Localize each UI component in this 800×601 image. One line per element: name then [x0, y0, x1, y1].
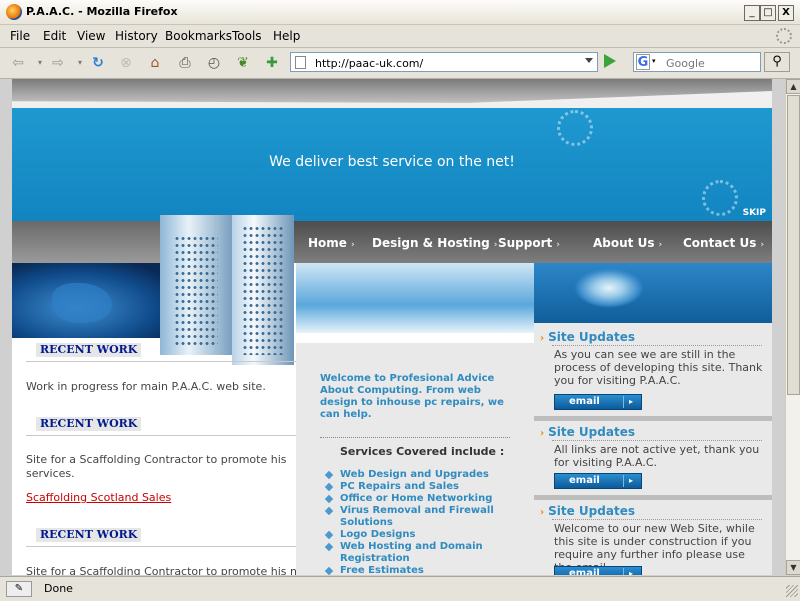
search-engine-icon[interactable]: G	[636, 54, 650, 70]
url-dropdown-icon[interactable]	[585, 58, 593, 63]
services-title: Services Covered include :	[340, 445, 505, 458]
email-button[interactable]: email ▸	[554, 566, 642, 575]
globe-image	[12, 263, 177, 338]
go-icon[interactable]	[604, 54, 616, 68]
search-icon[interactable]: ⚲	[764, 52, 790, 72]
resize-grip-icon[interactable]	[786, 585, 798, 597]
status-bar: ✎ Done	[0, 576, 800, 601]
scroll-down-icon[interactable]: ▼	[786, 560, 800, 575]
recent-work-text: Site for a Scaffolding Contractor to pro…	[26, 453, 287, 480]
menu-history[interactable]: History	[115, 29, 158, 43]
window-title: P.A.A.C. - Mozilla Firefox	[26, 5, 178, 18]
scroll-up-icon[interactable]: ▲	[786, 79, 800, 94]
history-icon[interactable]: ◴	[204, 53, 224, 73]
home-icon[interactable]: ⌂	[145, 53, 165, 73]
nav-about-us[interactable]: About Us ›	[593, 236, 662, 250]
middle-column: Welcome to Profesional Advice About Comp…	[296, 343, 534, 575]
intro-text: Welcome to Profesional Advice About Comp…	[320, 373, 504, 420]
status-text: Done	[44, 582, 73, 595]
recent-work-heading: RECENT WORK	[26, 343, 296, 362]
recent-work-heading: RECENT WORK	[26, 528, 296, 547]
vertical-scrollbar[interactable]: ▲ ▼	[785, 79, 800, 575]
title-bar: P.A.A.C. - Mozilla Firefox _ □ X	[0, 0, 800, 25]
site-update-text: All links are not active yet, thank you …	[554, 443, 760, 469]
back-icon[interactable]: ⇦	[8, 53, 28, 73]
menu-view[interactable]: View	[77, 29, 105, 43]
search-input[interactable]	[664, 54, 760, 72]
address-bar[interactable]	[290, 52, 598, 72]
page-viewport: We deliver best service on the net! SKIP…	[0, 79, 800, 575]
dots-decoration	[557, 110, 593, 146]
email-button[interactable]: email ▸	[554, 394, 642, 410]
url-input[interactable]	[313, 54, 567, 72]
close-button[interactable]: X	[778, 5, 794, 21]
nav-home[interactable]: Home ›	[308, 236, 355, 250]
menu-bookmarks[interactable]: Bookmarks	[165, 29, 232, 43]
menu-edit[interactable]: Edit	[43, 29, 66, 43]
status-icon[interactable]: ✎	[6, 581, 32, 597]
left-column: RECENT WORK Work in progress for main P.…	[12, 329, 313, 575]
menu-file[interactable]: File	[10, 29, 30, 43]
menu-bar: File Edit View History Bookmarks Tools H…	[0, 25, 800, 48]
skip-link[interactable]: SKIP	[743, 208, 766, 218]
site-nav: Home › Design & Hosting › Support › About U…	[12, 221, 772, 263]
recent-work-text: Work in progress for main P.A.A.C. web s…	[26, 380, 266, 393]
new-tab-icon[interactable]: ✚	[262, 53, 282, 73]
dots-decoration	[702, 180, 738, 216]
throbber-icon	[776, 28, 792, 44]
recent-work-text: Site for a Scaffolding Contractor to pro…	[26, 565, 313, 575]
search-engine-dropdown-icon[interactable]: ▾	[652, 57, 656, 65]
nav-design-hosting[interactable]: Design & Hosting ›	[372, 236, 497, 250]
right-column: › Site Updates As you can see we are stil…	[534, 323, 772, 575]
recent-work-heading: RECENT WORK	[26, 417, 296, 436]
banner: We deliver best service on the net! SKIP	[12, 108, 772, 221]
scaffolding-link[interactable]: Scaffolding Scotland Sales	[26, 491, 171, 504]
forward-icon[interactable]: ⇨	[48, 53, 68, 73]
leaf-icon[interactable]: ❦	[233, 53, 253, 73]
nav-contact-us[interactable]: Contact Us ›	[683, 236, 764, 250]
nav-support[interactable]: Support ›	[498, 236, 560, 250]
search-bar[interactable]: G ▾	[633, 52, 761, 72]
tagline: We deliver best service on the net!	[269, 154, 515, 170]
back-dropdown-icon[interactable]: ▾	[30, 53, 50, 73]
email-button[interactable]: email ▸	[554, 473, 642, 489]
web-page: We deliver best service on the net! SKIP…	[12, 79, 772, 575]
menu-tools[interactable]: Tools	[232, 29, 262, 43]
menu-help[interactable]: Help	[273, 29, 300, 43]
site-update-text: As you can see we are still in the proce…	[554, 348, 763, 387]
firefox-icon	[6, 4, 22, 20]
print-icon[interactable]: ⎙	[175, 53, 195, 73]
hero-image	[296, 263, 534, 333]
maximize-button[interactable]: □	[760, 5, 776, 21]
page-icon	[295, 56, 306, 69]
stop-icon[interactable]: ⊗	[116, 53, 136, 73]
scroll-thumb[interactable]	[787, 95, 800, 395]
reload-icon[interactable]: ↻	[88, 53, 108, 73]
forward-dropdown-icon[interactable]: ▾	[70, 53, 90, 73]
disc-image	[534, 263, 772, 323]
minimize-button[interactable]: _	[744, 5, 760, 21]
